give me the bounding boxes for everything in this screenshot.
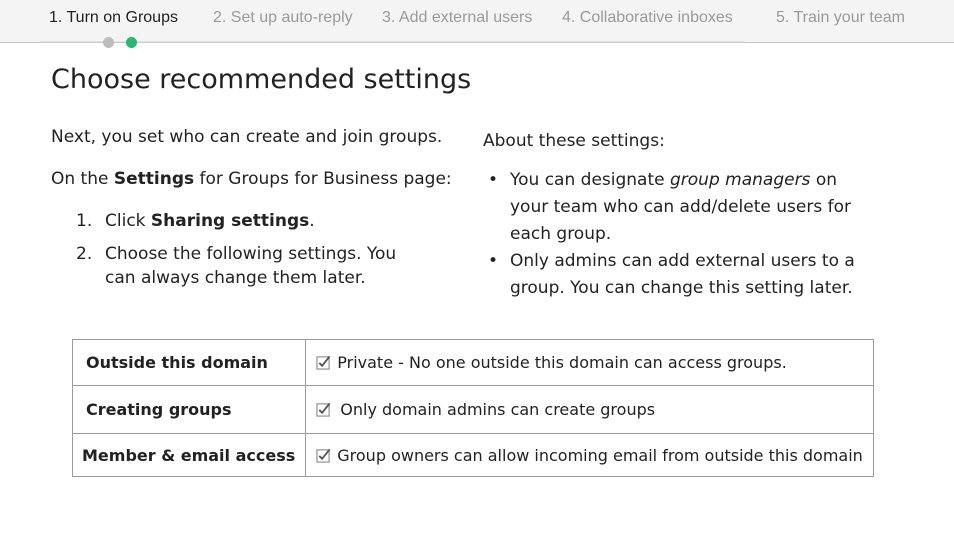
- checkbox-checked-icon: [316, 402, 331, 417]
- bullet-1-prefix: You can designate: [510, 170, 670, 190]
- intro-text: Next, you set who can create and join gr…: [51, 127, 443, 147]
- settings-page-instruction: On the Settings for Groups for Business …: [51, 167, 452, 191]
- setting-value: Only domain admins can create groups: [305, 385, 874, 434]
- step-1-prefix: Click: [105, 211, 151, 231]
- step-2-text: Choose the following settings. You can a…: [105, 244, 397, 288]
- step-turn-on-groups[interactable]: 1. Turn on Groups: [49, 9, 178, 27]
- recommended-settings-table: Outside this domain Private - No one out…: [71, 339, 874, 477]
- step-add-external-users[interactable]: 3. Add external users: [382, 9, 532, 27]
- checkbox-checked-icon: [316, 355, 331, 370]
- progress-dot-current: [126, 37, 137, 48]
- settings-line-prefix: On the: [51, 169, 114, 189]
- step-collaborative-inboxes[interactable]: 4. Collaborative inboxes: [562, 9, 733, 27]
- page-title: Choose recommended settings: [51, 64, 472, 95]
- bullet-1-italic: group managers: [670, 170, 811, 190]
- step-number: 1.: [76, 211, 93, 231]
- step-1-suffix: .: [309, 211, 315, 231]
- setting-value-text: Only domain admins can create groups: [340, 400, 656, 419]
- setting-label: Creating groups: [71, 385, 307, 434]
- about-bullet: • You can designate group managers on you…: [483, 167, 860, 248]
- instruction-steps: 1. Click Sharing settings. 2. Choose the f…: [51, 209, 451, 299]
- setup-stepper: 1. Turn on Groups 2. Set up auto-reply 3…: [0, 0, 954, 43]
- settings-line-bold: Settings: [113, 169, 195, 189]
- setting-label: Outside this domain: [71, 339, 307, 386]
- setting-value: Group owners can allow incoming email fr…: [305, 433, 874, 477]
- bullet-icon: •: [488, 251, 499, 271]
- instruction-step: 2. Choose the following settings. You can…: [51, 242, 425, 290]
- instruction-step: 1. Click Sharing settings.: [51, 209, 451, 233]
- step-number: 2.: [76, 244, 93, 264]
- about-bullets: • You can designate group managers on you…: [483, 167, 883, 302]
- setting-value-text: Private - No one outside this domain can…: [337, 353, 787, 372]
- setting-label: Member & email access: [71, 433, 307, 477]
- table-row: Member & email access Group owners can a…: [71, 433, 874, 477]
- step-1-bold: Sharing settings: [150, 211, 310, 231]
- checkbox-checked-icon: [316, 448, 331, 463]
- step-train-your-team[interactable]: 5. Train your team: [776, 9, 905, 27]
- progress-track: [40, 41, 745, 42]
- progress-dot-completed: [103, 37, 114, 48]
- table-row: Creating groups Only domain admins can c…: [71, 385, 874, 434]
- step-set-up-auto-reply[interactable]: 2. Set up auto-reply: [213, 9, 353, 27]
- about-settings-column: About these settings: • You can designate…: [483, 128, 883, 302]
- bullet-icon: •: [488, 170, 499, 190]
- setting-value-text: Group owners can allow incoming email fr…: [337, 445, 863, 465]
- settings-line-suffix: for Groups for Business page:: [194, 169, 452, 189]
- about-bullet: • Only admins can add external users to a…: [483, 248, 860, 302]
- bullet-2-text: Only admins can add external users to a …: [510, 251, 855, 298]
- table-row: Outside this domain Private - No one out…: [71, 339, 874, 386]
- setting-value: Private - No one outside this domain can…: [305, 339, 874, 386]
- about-heading: About these settings:: [483, 131, 665, 151]
